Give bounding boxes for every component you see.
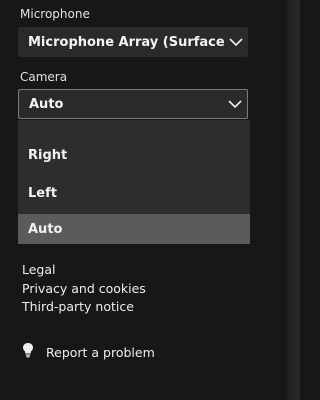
camera-dropdown-list: Right Left Auto (18, 120, 250, 244)
legal-link[interactable]: Legal (22, 262, 56, 277)
report-problem-label: Report a problem (46, 344, 155, 360)
chevron-down-icon (224, 37, 248, 47)
camera-selected-value: Auto (29, 96, 64, 112)
camera-option-left[interactable]: Left (18, 178, 250, 208)
chevron-down-icon (223, 99, 247, 109)
camera-option-auto[interactable]: Auto (18, 214, 250, 244)
report-problem-button[interactable]: Report a problem (22, 341, 155, 363)
microphone-selected-value: Microphone Array (Surface Hu... (28, 34, 224, 50)
window-edge (286, 0, 300, 400)
microphone-select[interactable]: Microphone Array (Surface Hu... (18, 27, 248, 57)
camera-label: Camera (20, 70, 68, 84)
lightbulb-icon (22, 342, 34, 362)
microphone-label: Microphone (20, 7, 90, 21)
camera-select[interactable]: Auto (18, 89, 248, 119)
privacy-link[interactable]: Privacy and cookies (22, 281, 146, 296)
camera-option-right[interactable]: Right (18, 140, 250, 170)
third-party-notice-link[interactable]: Third-party notice (22, 299, 134, 314)
